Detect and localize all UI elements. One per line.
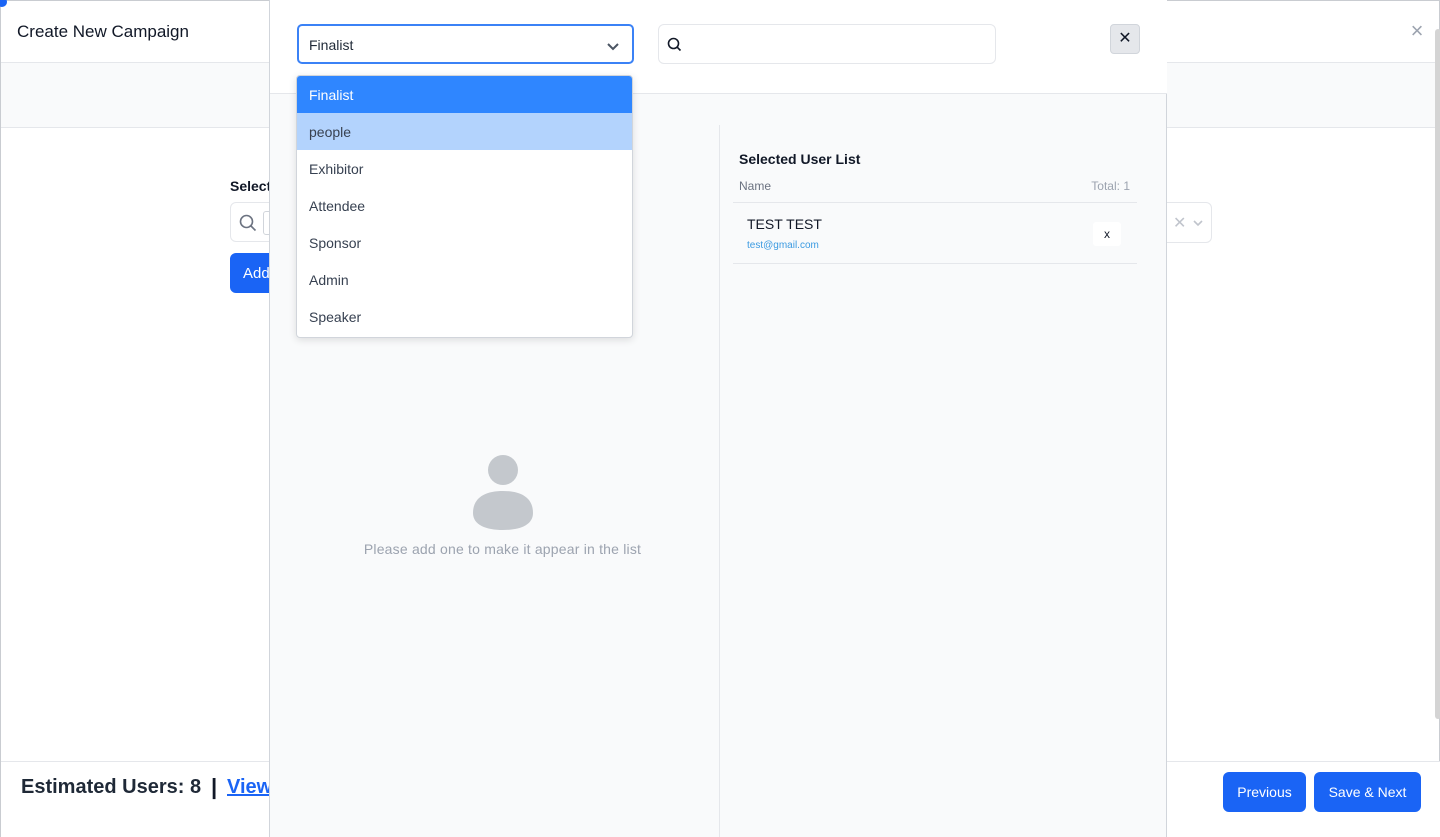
role-option-finalist[interactable]: Finalist [297,76,632,113]
selected-list-header: Name Total: 1 [733,172,1137,203]
bg-select-controls[interactable]: ✕ [1161,202,1212,243]
clear-icon[interactable]: ✕ [1173,213,1186,233]
remove-user-button[interactable]: x [1093,222,1121,246]
role-select[interactable]: Finalist [297,24,634,64]
save-next-button[interactable]: Save & Next [1314,772,1421,812]
role-option-speaker[interactable]: Speaker [297,298,632,335]
total-count: Total: 1 [1091,179,1130,193]
role-select-value: Finalist [309,37,354,53]
role-option-people[interactable]: people [297,113,632,150]
search-icon [667,37,682,52]
view-users-link[interactable]: View [227,776,272,799]
role-option-exhibitor[interactable]: Exhibitor [297,150,632,187]
search-icon [239,214,257,232]
selected-list-title: Selected User List [739,151,861,167]
empty-state: Please add one to make it appear in the … [270,455,735,557]
role-option-sponsor[interactable]: Sponsor [297,224,632,261]
user-name: TEST TEST [747,216,822,232]
user-placeholder-icon [472,455,533,530]
estimated-users: Estimated Users: 8 [21,776,202,798]
user-search-input[interactable] [689,31,987,57]
chevron-down-icon[interactable] [606,39,620,53]
user-email: test@gmail.com [747,240,819,251]
campaign-close-icon[interactable]: × [1407,20,1427,42]
role-option-admin[interactable]: Admin [297,261,632,298]
modal-close-button[interactable]: ✕ [1110,24,1140,54]
role-dropdown-menu: Finalist people Exhibitor Attendee Spons… [296,75,633,338]
page-scrollbar[interactable] [1435,29,1440,719]
footer-separator: | [211,774,218,799]
user-search-box[interactable] [658,24,996,64]
role-option-attendee[interactable]: Attendee [297,187,632,224]
selected-user-row: TEST TEST test@gmail.com x [733,204,1137,264]
empty-state-text: Please add one to make it appear in the … [363,541,642,557]
campaign-title: Create New Campaign [17,22,189,41]
select-label: Select [230,178,272,194]
name-column-header: Name [739,179,772,193]
previous-button[interactable]: Previous [1223,772,1306,812]
chevron-down-icon[interactable] [1192,217,1204,229]
